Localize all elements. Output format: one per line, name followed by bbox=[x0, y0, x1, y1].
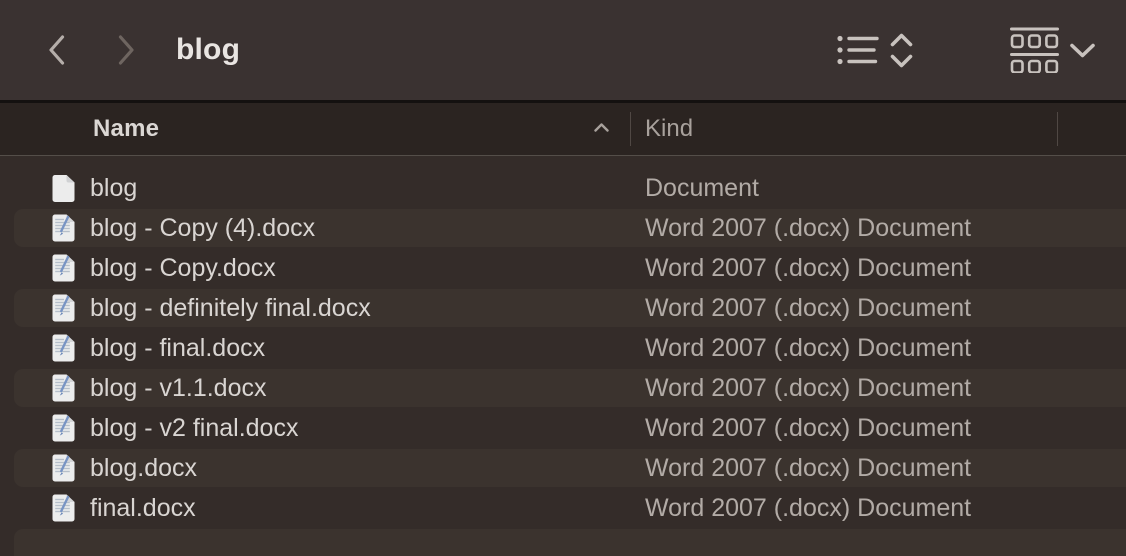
file-name-cell: blog - v1.1.docx bbox=[0, 374, 645, 403]
file-row[interactable]: blog - final.docx Word 2007 (.docx) Docu… bbox=[0, 328, 1126, 368]
file-name: blog - Copy (4).docx bbox=[90, 214, 315, 243]
finder-window: blog bbox=[0, 0, 1126, 556]
list-view-sort-button[interactable] bbox=[837, 20, 914, 80]
file-name-cell: blog - Copy (4).docx bbox=[0, 214, 645, 243]
file-kind: Word 2007 (.docx) Document bbox=[645, 494, 971, 523]
file-kind: Document bbox=[645, 174, 759, 203]
column-header-name[interactable]: Name bbox=[93, 115, 159, 143]
file-kind: Word 2007 (.docx) Document bbox=[645, 414, 971, 443]
forward-button[interactable] bbox=[112, 30, 140, 70]
column-divider[interactable] bbox=[1057, 112, 1058, 146]
sort-ascending-icon bbox=[593, 120, 610, 138]
file-name: blog.docx bbox=[90, 454, 197, 483]
column-header-row: Name Kind bbox=[0, 103, 1126, 156]
back-button[interactable] bbox=[42, 30, 70, 70]
file-kind: Word 2007 (.docx) Document bbox=[645, 254, 971, 283]
plain-document-icon bbox=[52, 174, 75, 202]
file-name-cell: blog - definitely final.docx bbox=[0, 294, 645, 323]
file-name: blog - v1.1.docx bbox=[90, 374, 267, 403]
word-document-icon bbox=[52, 494, 75, 522]
toolbar-tools bbox=[837, 20, 1096, 80]
column-header-kind[interactable]: Kind bbox=[645, 115, 693, 143]
file-name: blog - definitely final.docx bbox=[90, 294, 371, 323]
file-row[interactable]: blog - v1.1.docx Word 2007 (.docx) Docum… bbox=[0, 368, 1126, 408]
file-name-cell: blog.docx bbox=[0, 454, 645, 483]
file-list: blog Document blog - Copy (4).docx Word … bbox=[0, 156, 1126, 556]
file-name-cell: blog - v2 final.docx bbox=[0, 414, 645, 443]
file-name-cell: blog bbox=[0, 174, 645, 203]
file-name: blog - Copy.docx bbox=[90, 254, 276, 283]
empty-row bbox=[0, 528, 1126, 556]
file-name: blog - v2 final.docx bbox=[90, 414, 298, 443]
word-document-icon bbox=[52, 294, 75, 322]
file-row[interactable]: blog Document bbox=[0, 168, 1126, 208]
file-row[interactable]: blog - v2 final.docx Word 2007 (.docx) D… bbox=[0, 408, 1126, 448]
file-kind: Word 2007 (.docx) Document bbox=[645, 374, 971, 403]
chevron-down-icon bbox=[1069, 42, 1096, 59]
list-view-icon bbox=[837, 34, 879, 66]
file-row[interactable]: blog - definitely final.docx Word 2007 (… bbox=[0, 288, 1126, 328]
word-document-icon bbox=[52, 334, 75, 362]
column-divider[interactable] bbox=[630, 112, 631, 146]
chevron-up-down-icon bbox=[889, 32, 914, 69]
word-document-icon bbox=[52, 214, 75, 242]
group-by-grid-icon bbox=[1010, 27, 1059, 73]
chevron-right-icon bbox=[118, 35, 135, 65]
group-by-button[interactable] bbox=[1010, 20, 1096, 80]
file-row[interactable]: blog.docx Word 2007 (.docx) Document bbox=[0, 448, 1126, 488]
file-name: final.docx bbox=[90, 494, 196, 523]
file-row[interactable]: blog - Copy.docx Word 2007 (.docx) Docum… bbox=[0, 248, 1126, 288]
file-name-cell: blog - Copy.docx bbox=[0, 254, 645, 283]
file-name-cell: final.docx bbox=[0, 494, 645, 523]
file-name: blog - final.docx bbox=[90, 334, 265, 363]
file-kind: Word 2007 (.docx) Document bbox=[645, 454, 971, 483]
word-document-icon bbox=[52, 414, 75, 442]
file-name: blog bbox=[90, 174, 137, 203]
file-row[interactable]: blog - Copy (4).docx Word 2007 (.docx) D… bbox=[0, 208, 1126, 248]
file-kind: Word 2007 (.docx) Document bbox=[645, 294, 971, 323]
file-name-cell: blog - final.docx bbox=[0, 334, 645, 363]
word-document-icon bbox=[52, 374, 75, 402]
toolbar: blog bbox=[0, 0, 1126, 100]
chevron-left-icon bbox=[48, 35, 65, 65]
window-title: blog bbox=[176, 33, 240, 67]
word-document-icon bbox=[52, 254, 75, 282]
file-row[interactable]: final.docx Word 2007 (.docx) Document bbox=[0, 488, 1126, 528]
file-kind: Word 2007 (.docx) Document bbox=[645, 334, 971, 363]
word-document-icon bbox=[52, 454, 75, 482]
file-kind: Word 2007 (.docx) Document bbox=[645, 214, 971, 243]
